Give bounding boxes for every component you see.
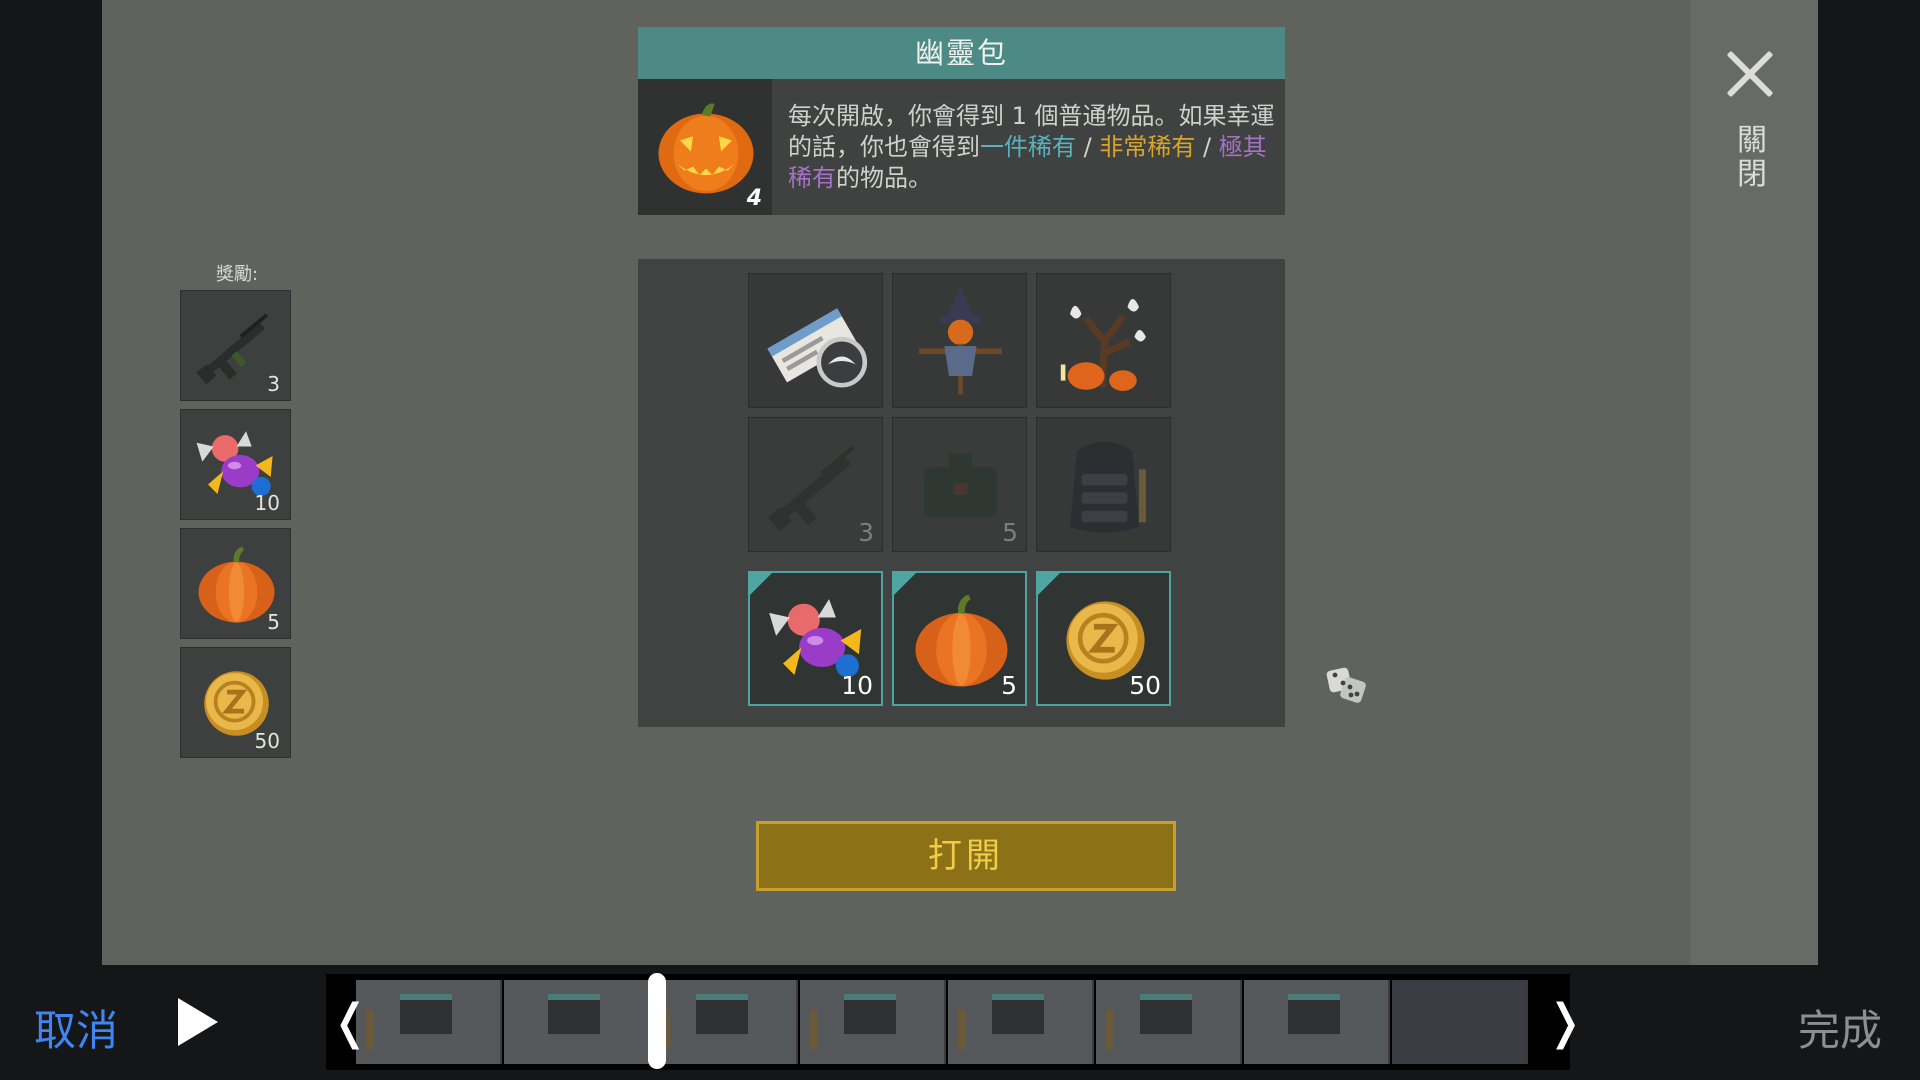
reward-slot[interactable]: 10 xyxy=(180,409,291,520)
reward-item-slot[interactable]: 10 xyxy=(748,571,883,706)
done-button[interactable]: 完成 xyxy=(1798,997,1882,1058)
reward-qty: 10 xyxy=(254,491,280,515)
playhead-scrubber[interactable] xyxy=(648,973,666,1069)
cancel-button[interactable]: 取消 xyxy=(34,997,118,1058)
bag-icon xyxy=(923,453,998,518)
rarity-rare: 一件稀有 xyxy=(980,133,1076,161)
item-qty: 10 xyxy=(841,671,873,700)
open-button[interactable]: 打開 xyxy=(756,821,1176,891)
scarecrow-icon xyxy=(919,286,1002,395)
timeline-thumbnail xyxy=(1392,980,1528,1064)
item-qty: 50 xyxy=(1129,671,1161,700)
jack-o-lantern-icon xyxy=(658,103,754,194)
item-slot-locked[interactable]: 3 xyxy=(748,417,883,552)
rarity-very-rare: 非常稀有 xyxy=(1099,133,1196,161)
reward-item-slot[interactable]: 5 xyxy=(892,571,1027,706)
timeline-thumbnail xyxy=(504,980,650,1064)
trim-handle-left[interactable]: ❬ xyxy=(330,990,370,1054)
timeline-thumbnail xyxy=(652,980,798,1064)
item-slot[interactable] xyxy=(1036,273,1171,408)
separator: / xyxy=(1076,133,1100,161)
spooky-tree-icon xyxy=(1060,298,1146,391)
description-text: 的物品。 xyxy=(836,164,932,192)
pack-count: 4 xyxy=(746,186,762,211)
reward-qty: 50 xyxy=(254,729,280,753)
timeline-thumbnail xyxy=(1096,980,1242,1064)
item-slot[interactable] xyxy=(748,273,883,408)
reward-item-slot[interactable]: 50 xyxy=(1036,571,1171,706)
backpack-icon xyxy=(1070,441,1146,533)
reward-slot[interactable]: 3 xyxy=(180,290,291,401)
pack-description-panel: 4 每次開啟，你會得到 1 個普通物品。如果幸運的話，你也會得到一件稀有 / 非… xyxy=(638,79,1285,215)
game-viewport: 關閉 幽靈包 4 每次開啟，你會得到 1 個普通物品。如果幸運的話，你也會得到一… xyxy=(102,0,1818,965)
item-qty: 3 xyxy=(858,518,874,547)
reward-slot[interactable]: 50 xyxy=(180,647,291,758)
reward-qty: 3 xyxy=(267,372,280,396)
timeline-strip[interactable] xyxy=(326,974,1570,1070)
reward-qty: 5 xyxy=(267,610,280,634)
rewards-label: 獎勵: xyxy=(215,264,259,285)
close-icon[interactable] xyxy=(1720,44,1780,104)
timeline-thumbnail xyxy=(1244,980,1390,1064)
play-icon[interactable] xyxy=(176,996,220,1048)
item-slot[interactable] xyxy=(1036,417,1171,552)
rifle-icon xyxy=(768,445,855,532)
trim-handle-right[interactable]: ❭ xyxy=(1545,990,1585,1054)
separator: / xyxy=(1195,133,1219,161)
item-slot-locked[interactable]: 5 xyxy=(892,417,1027,552)
pack-icon-slot: 4 xyxy=(638,79,772,215)
pack-description: 每次開啟，你會得到 1 個普通物品。如果幸運的話，你也會得到一件稀有 / 非常稀… xyxy=(788,101,1278,194)
dice-icon[interactable] xyxy=(1326,663,1370,707)
newspaper-skin-icon xyxy=(767,308,868,388)
close-label[interactable]: 關閉 xyxy=(1734,124,1770,192)
timeline-thumbnail xyxy=(356,980,502,1064)
pack-title: 幽靈包 xyxy=(638,27,1285,79)
timeline-thumbnail xyxy=(948,980,1094,1064)
reward-slot[interactable]: 5 xyxy=(180,528,291,639)
item-qty: 5 xyxy=(1001,671,1017,700)
timeline-thumbnail xyxy=(800,980,946,1064)
item-slot[interactable] xyxy=(892,273,1027,408)
item-qty: 5 xyxy=(1002,518,1018,547)
